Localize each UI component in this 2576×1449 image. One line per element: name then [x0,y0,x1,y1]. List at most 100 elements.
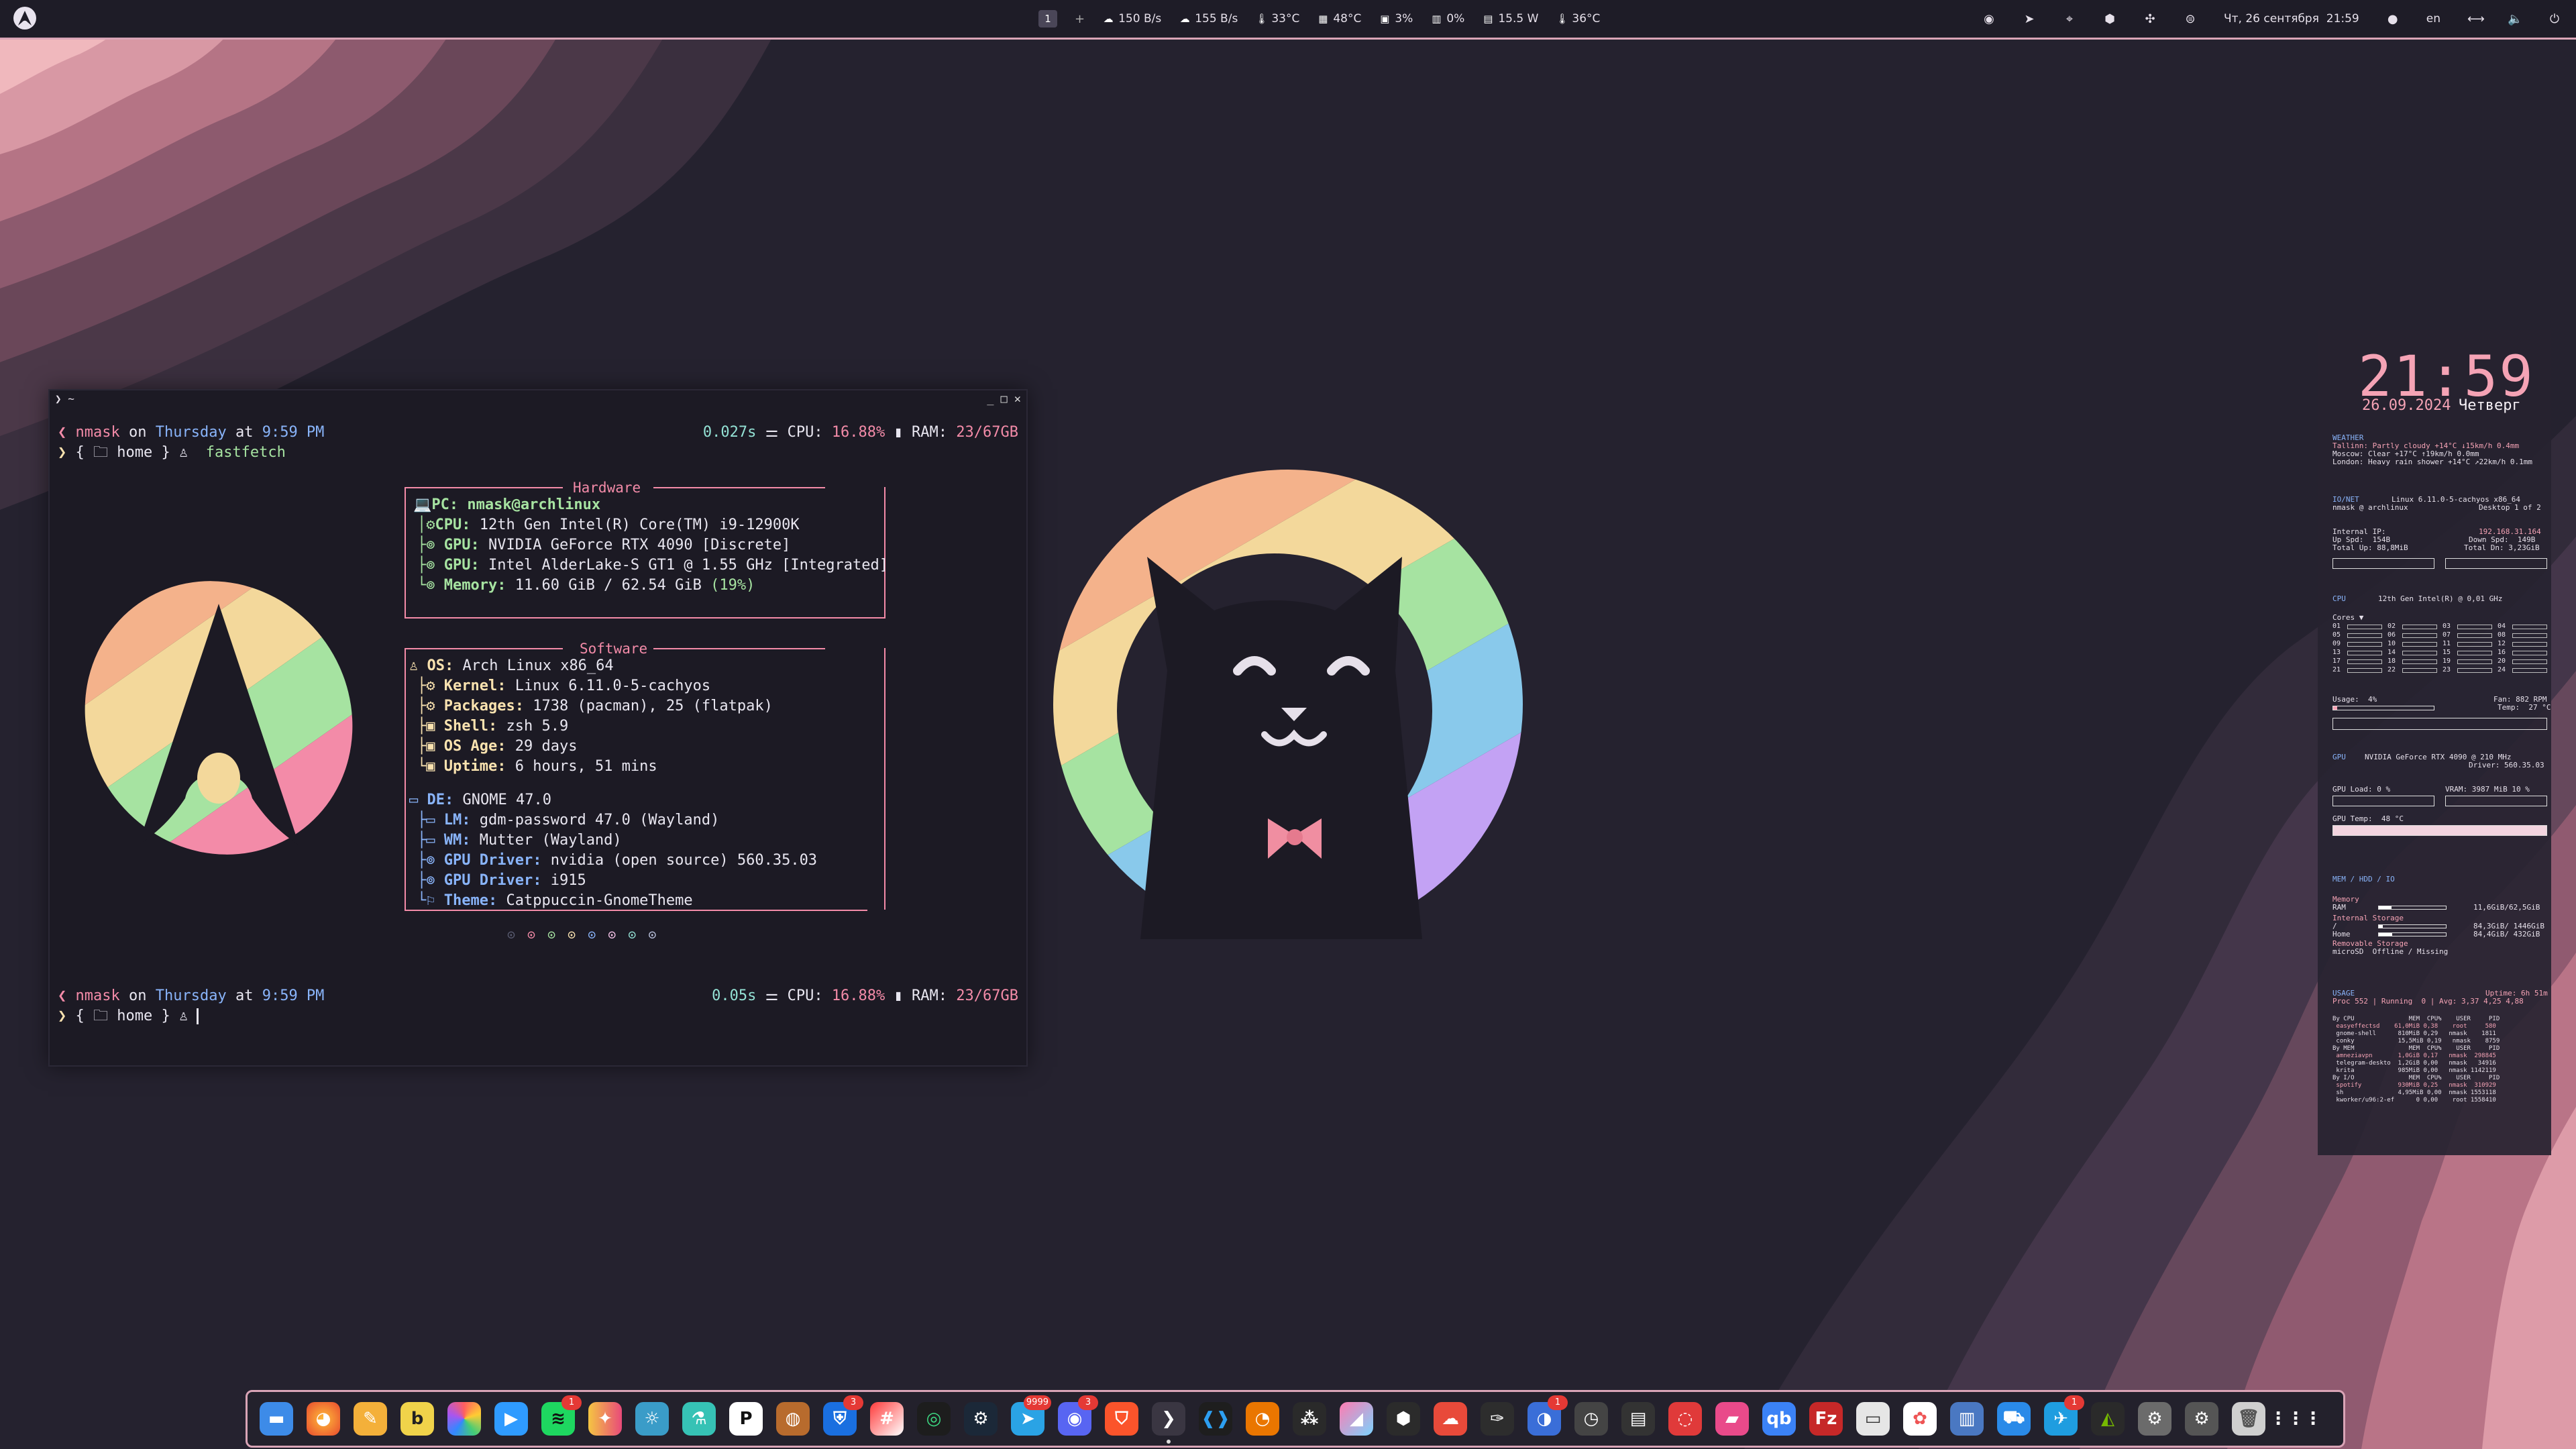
notification-dot-icon[interactable]: ● [2386,12,2400,26]
gpu-temp-value: 36°C [1572,12,1601,25]
notification-badge: 1 [561,1395,582,1410]
cloud-app-icon[interactable]: ☁ [1434,1402,1467,1436]
terminal-window[interactable]: ❯ ~ _ □ ✕ ❮ nmask on Thursday at 9:59 PM… [48,389,1028,1067]
maximize-icon[interactable]: □ [1001,390,1008,408]
recorder-app-icon[interactable]: ◌ [1668,1402,1702,1436]
vpn-icon[interactable]: ⊜ [2184,12,2197,26]
twitter-app-icon[interactable]: ✈ 1 [2044,1395,2084,1436]
color-picker-app-icon[interactable]: ✿ [1903,1402,1937,1436]
firefox-app-icon[interactable]: ◕ [307,1402,340,1436]
workspace-indicator[interactable]: 1 [1038,10,1057,28]
arch-ascii-logo [85,577,353,859]
discord-tray-icon[interactable]: ◉ [1982,12,1996,26]
core-bar [2457,668,2492,673]
telegram-tray-icon[interactable]: ➤ [2023,12,2036,26]
inkscape-app-icon[interactable]: ✑ [1481,1402,1514,1436]
core-bar [2347,668,2382,673]
gradient-app-icon[interactable]: ◢ [1340,1402,1373,1436]
readest-app-icon[interactable]: ▰ [1715,1402,1749,1436]
files-app-icon[interactable]: ▬ [260,1402,293,1436]
core-label: 03 [2443,623,2451,630]
filezilla-app-icon[interactable]: Fz [1809,1402,1843,1436]
keyboard-layout[interactable]: en [2426,12,2440,25]
archive-app-icon[interactable]: ▥ [1950,1402,1984,1436]
core-label: 06 [2387,631,2396,639]
shield-tray-icon[interactable]: ⬢ [2103,12,2116,26]
discord-app-icon[interactable]: ◉ 3 [1058,1395,1098,1436]
blender-app-icon[interactable]: ◔ [1246,1402,1279,1436]
photos-app-icon[interactable] [447,1402,481,1436]
green-target-app-icon[interactable]: ◎ [917,1402,951,1436]
cpu-icon: ▦ [1318,13,1328,25]
prompt-time: 9:59 PM [262,987,325,1004]
total-down: Total Dn: 3,23GiB [2464,543,2540,552]
terminal-app-icon[interactable]: ❯ [1152,1402,1185,1444]
settings-app-icon[interactable]: ⚙ [2138,1402,2171,1436]
davinci-app-icon[interactable]: ⁂ [1293,1402,1326,1436]
puzzle-icon[interactable]: ✣ [2143,12,2157,26]
gpu-driver: Driver: 560.35.03 [2469,761,2544,769]
conky-weekday: Четверг [2459,397,2521,414]
clock-app-icon[interactable]: ◷ [1574,1402,1608,1436]
arch-logo-icon [18,11,32,25]
krita-app-icon[interactable]: ✦ [588,1402,622,1436]
window-app-icon[interactable]: ▤ [1621,1402,1655,1436]
telegram-app-icon[interactable]: ➤ 9999 [1011,1395,1051,1436]
notification-badge: 3 [1078,1395,1098,1410]
nvidia-app-icon[interactable]: ◭ [2091,1402,2125,1436]
ram-label: RAM: [912,424,948,441]
prompt-line: ❮ nmask on Thursday at 9:59 PM [58,424,325,441]
spotify-app-icon[interactable]: ≋ 1 [541,1395,582,1436]
power-icon[interactable]: ⏻ [2548,12,2561,26]
volume-icon[interactable]: 🔈 [2508,12,2522,26]
core-label: 09 [2332,640,2341,647]
app-grid-icon[interactable]: ⋮⋮⋮ [2269,1402,2322,1436]
cachyos-cat-logo [1046,470,1529,939]
cmd-duration: 0.027s [702,424,757,441]
code-editor-app-icon[interactable]: # [870,1402,904,1436]
location-icon[interactable]: ⌖ [2063,12,2076,26]
vpn-app-icon[interactable]: ⚗ [682,1402,716,1436]
mobile-app-icon[interactable]: ▭ [1856,1402,1890,1436]
store-app-icon[interactable]: ⛟ [1997,1402,2031,1436]
brave-app-icon[interactable]: ⛉ [1105,1402,1138,1436]
steam-app-icon[interactable]: ⚙ [964,1402,998,1436]
close-icon[interactable]: ✕ [1014,390,1021,408]
cpu-load-stat: ▣ 3% [1379,12,1413,25]
sandbox-app-icon[interactable]: ◍ [776,1402,810,1436]
bitwarden-app-icon[interactable]: ⛨ 3 [823,1395,863,1436]
minimize-icon[interactable]: _ [987,390,994,408]
tweaks-app-icon[interactable]: ⚙ [2185,1402,2218,1436]
gpu-title: GPU [2332,753,2346,761]
prompt-day: Thursday [155,424,227,441]
notes-app-icon[interactable]: ✎ [354,1402,387,1436]
pycharm-app-icon[interactable]: P [729,1402,763,1436]
github-app-icon[interactable]: ⬢ [1387,1402,1420,1436]
vram: VRAM: 3987 MiB 10 % [2445,785,2530,794]
network-icon[interactable]: ⟷ [2467,12,2485,26]
ram-value: 23/67GB [956,424,1018,441]
ocean-app-icon[interactable]: ☼ [635,1402,669,1436]
bing-app-icon[interactable]: b [400,1402,434,1436]
cwd: { 🗀 home } ♙ [75,444,189,461]
clock[interactable]: Чт, 26 сентября 21:59 [2224,12,2359,25]
command-line[interactable]: ❯ { 🗀 home } ♙ [58,1006,199,1026]
arch-menu-button[interactable] [13,7,36,30]
add-workspace-button[interactable]: + [1075,12,1085,26]
terminal-output[interactable]: ❮ nmask on Thursday at 9:59 PM 0.027s ⚌ … [58,423,1018,1065]
vscode-app-icon[interactable]: ❰❱ [1199,1402,1232,1436]
trash-icon[interactable]: 🗑 [2232,1402,2265,1436]
net-up-stat: ☁ 150 B/s [1102,12,1162,25]
core-bar [2402,659,2437,664]
terminal-titlebar[interactable]: ❯ ~ _ □ ✕ [50,390,1026,408]
core-bar [2457,642,2492,647]
firefox-dev-app-icon[interactable]: ◑ 1 [1527,1395,1568,1436]
core-bar [2512,659,2547,664]
core-bar [2457,625,2492,629]
thermometer-icon: 🌡 [1255,13,1269,25]
core-label: 18 [2387,657,2396,665]
cpu-temp-stat: ▦ 48°C [1317,12,1361,25]
qbittorrent-app-icon[interactable]: qb [1762,1402,1796,1436]
video-player-app-icon[interactable]: ▶ [494,1402,528,1436]
notification-badge: 1 [2064,1395,2084,1410]
